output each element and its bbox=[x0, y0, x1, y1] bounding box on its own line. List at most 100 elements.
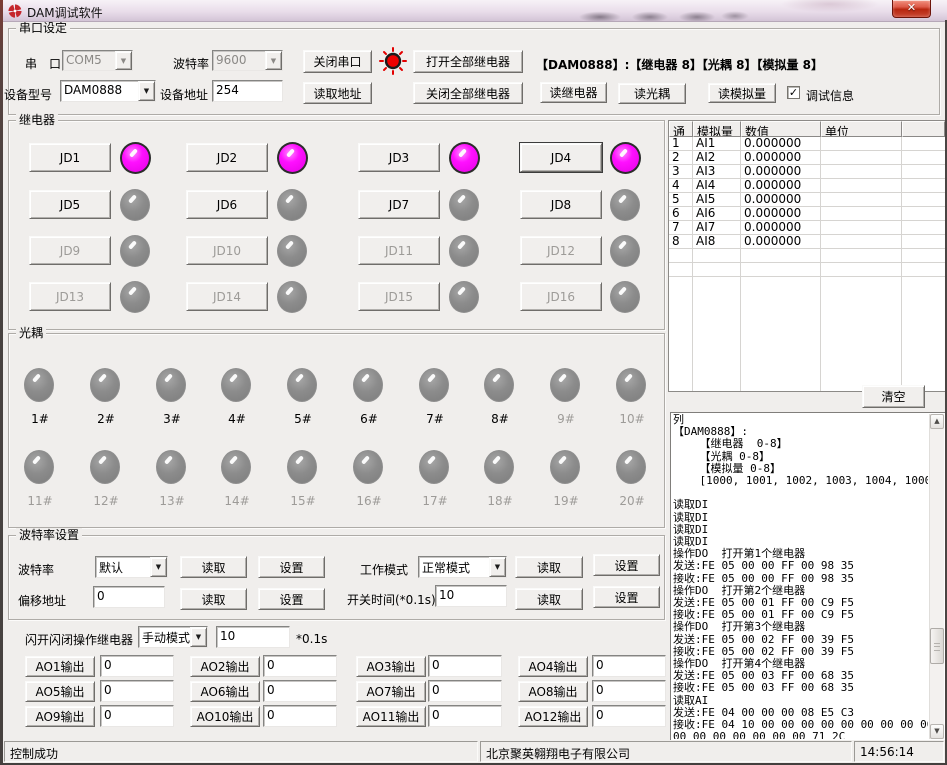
switchtime-input[interactable]: 10 bbox=[435, 585, 507, 607]
relay-button-jd15: JD15 bbox=[358, 282, 440, 311]
baud-setting-select[interactable]: 默认 ▼ bbox=[95, 556, 168, 578]
ao-input-ao7[interactable]: 0 bbox=[428, 680, 502, 702]
ao-button-ao9[interactable]: AO9输出 bbox=[25, 706, 95, 727]
close-serial-button[interactable]: 关闭串口 bbox=[303, 50, 372, 73]
table-cell bbox=[821, 179, 902, 192]
ao-button-ao7[interactable]: AO7输出 bbox=[356, 681, 426, 702]
ao-button-ao1[interactable]: AO1输出 bbox=[25, 656, 95, 677]
workmode-set-button[interactable]: 设置 bbox=[593, 554, 660, 576]
switchtime-set-button[interactable]: 设置 bbox=[593, 586, 660, 608]
opto-label-18: 18# bbox=[487, 494, 513, 508]
table-row[interactable]: 5AI50.000000 bbox=[669, 193, 945, 207]
model-select[interactable]: DAM0888 ▼ bbox=[60, 80, 156, 102]
baud-group-title: 波特率设置 bbox=[16, 528, 82, 542]
workmode-read-button[interactable]: 读取 bbox=[515, 556, 583, 578]
read-relay-button[interactable]: 读继电器 bbox=[540, 82, 607, 103]
relay-button-jd6[interactable]: JD6 bbox=[186, 190, 268, 219]
opto-label-13: 13# bbox=[159, 494, 185, 508]
switchtime-read-button[interactable]: 读取 bbox=[515, 588, 583, 610]
ao-input-ao10[interactable]: 0 bbox=[263, 705, 337, 727]
relay-button-jd5[interactable]: JD5 bbox=[29, 190, 111, 219]
ao-input-ao11[interactable]: 0 bbox=[428, 705, 502, 727]
relay-led-jd3 bbox=[449, 142, 480, 174]
offset-read-button[interactable]: 读取 bbox=[180, 588, 247, 610]
ao-input-ao4[interactable]: 0 bbox=[592, 655, 666, 677]
relay-button-jd3[interactable]: JD3 bbox=[358, 143, 440, 172]
baud2-label: 波特率 bbox=[18, 561, 54, 578]
ao-button-ao8[interactable]: AO8输出 bbox=[518, 681, 588, 702]
table-row[interactable]: 2AI20.000000 bbox=[669, 151, 945, 165]
relay-button-jd8[interactable]: JD8 bbox=[520, 190, 602, 219]
open-all-relays-button[interactable]: 打开全部继电器 bbox=[413, 50, 523, 73]
ao-input-ao5[interactable]: 0 bbox=[100, 680, 174, 702]
flash-mode-select[interactable]: 手动模式 ▼ bbox=[138, 626, 208, 648]
dropdown-arrow-icon: ▼ bbox=[115, 51, 132, 70]
table-cell: 3 bbox=[669, 165, 693, 178]
table-row[interactable]: 3AI30.000000 bbox=[669, 165, 945, 179]
ao-input-ao12[interactable]: 0 bbox=[592, 705, 666, 727]
opto-led-19 bbox=[550, 450, 580, 484]
analog-table-header: 通模拟量数值单位 bbox=[669, 121, 945, 137]
analog-col-header bbox=[902, 121, 945, 137]
title-bar[interactable]: DAM调试软件 ✕ bbox=[0, 0, 947, 22]
table-cell: 0.000000 bbox=[741, 221, 821, 234]
ao-button-ao11[interactable]: AO11输出 bbox=[356, 706, 426, 727]
ao-input-ao6[interactable]: 0 bbox=[263, 680, 337, 702]
close-all-relays-button[interactable]: 关闭全部继电器 bbox=[413, 82, 523, 104]
ao-input-ao9[interactable]: 0 bbox=[100, 705, 174, 727]
flash-time-input[interactable]: 10 bbox=[216, 626, 290, 648]
table-cell: 6 bbox=[669, 207, 693, 220]
ao-button-ao6[interactable]: AO6输出 bbox=[190, 681, 260, 702]
clock: 14:56:14 bbox=[854, 741, 944, 762]
table-cell: 7 bbox=[669, 221, 693, 234]
table-row[interactable]: 8AI80.000000 bbox=[669, 235, 945, 249]
opto-label-19: 19# bbox=[553, 494, 579, 508]
table-row[interactable]: 6AI60.000000 bbox=[669, 207, 945, 221]
opto-label-6: 6# bbox=[356, 412, 382, 426]
table-cell: AI2 bbox=[693, 151, 741, 164]
ao-button-ao12[interactable]: AO12输出 bbox=[518, 706, 588, 727]
table-cell: 0.000000 bbox=[741, 235, 821, 248]
relay-led-jd14 bbox=[277, 281, 307, 313]
table-row[interactable]: 4AI40.000000 bbox=[669, 179, 945, 193]
relay-button-jd1[interactable]: JD1 bbox=[29, 143, 111, 172]
ao-input-ao8[interactable]: 0 bbox=[592, 680, 666, 702]
ao-input-ao1[interactable]: 0 bbox=[100, 655, 174, 677]
workmode-select[interactable]: 正常模式 ▼ bbox=[418, 556, 507, 578]
read-analog-button[interactable]: 读模拟量 bbox=[708, 83, 776, 103]
table-cell: 5 bbox=[669, 193, 693, 206]
scrollbar-thumb[interactable] bbox=[930, 628, 944, 664]
table-gridline bbox=[692, 137, 693, 391]
ao-button-ao2[interactable]: AO2输出 bbox=[190, 656, 260, 677]
opto-led-5 bbox=[287, 368, 317, 402]
read-opto-button[interactable]: 读光耦 bbox=[618, 83, 686, 104]
relay-button-jd4[interactable]: JD4 bbox=[520, 143, 602, 172]
relay-button-jd2[interactable]: JD2 bbox=[186, 143, 268, 172]
offset-addr-input[interactable]: 0 bbox=[93, 586, 165, 608]
table-row[interactable]: 1AI10.000000 bbox=[669, 137, 945, 151]
baud-set-button[interactable]: 设置 bbox=[258, 556, 325, 578]
ao-button-ao4[interactable]: AO4输出 bbox=[518, 656, 588, 677]
ao-input-ao2[interactable]: 0 bbox=[263, 655, 337, 677]
baud-read-button[interactable]: 读取 bbox=[180, 556, 247, 578]
offset-set-button[interactable]: 设置 bbox=[258, 588, 325, 610]
close-button[interactable]: ✕ bbox=[892, 0, 931, 18]
table-row[interactable]: 7AI70.000000 bbox=[669, 221, 945, 235]
ao-button-ao10[interactable]: AO10输出 bbox=[190, 706, 260, 727]
window-edge-left bbox=[0, 0, 3, 765]
opto-led-4 bbox=[221, 368, 251, 402]
ao-input-ao3[interactable]: 0 bbox=[428, 655, 502, 677]
clear-log-button[interactable]: 清空 bbox=[862, 385, 925, 408]
debug-info-checkbox[interactable]: ✓ bbox=[787, 86, 800, 99]
scroll-down-icon[interactable]: ▼ bbox=[930, 724, 944, 739]
relay-led-jd1 bbox=[120, 142, 151, 174]
ao-button-ao3[interactable]: AO3输出 bbox=[356, 656, 426, 677]
table-cell: AI3 bbox=[693, 165, 741, 178]
dropdown-arrow-icon: ▼ bbox=[265, 51, 282, 70]
scroll-up-icon[interactable]: ▲ bbox=[930, 414, 944, 429]
table-cell: 0.000000 bbox=[741, 151, 821, 164]
ao-button-ao5[interactable]: AO5输出 bbox=[25, 681, 95, 702]
device-addr-input[interactable]: 254 bbox=[212, 80, 283, 102]
relay-button-jd7[interactable]: JD7 bbox=[358, 190, 440, 219]
read-addr-button[interactable]: 读取地址 bbox=[303, 82, 372, 104]
